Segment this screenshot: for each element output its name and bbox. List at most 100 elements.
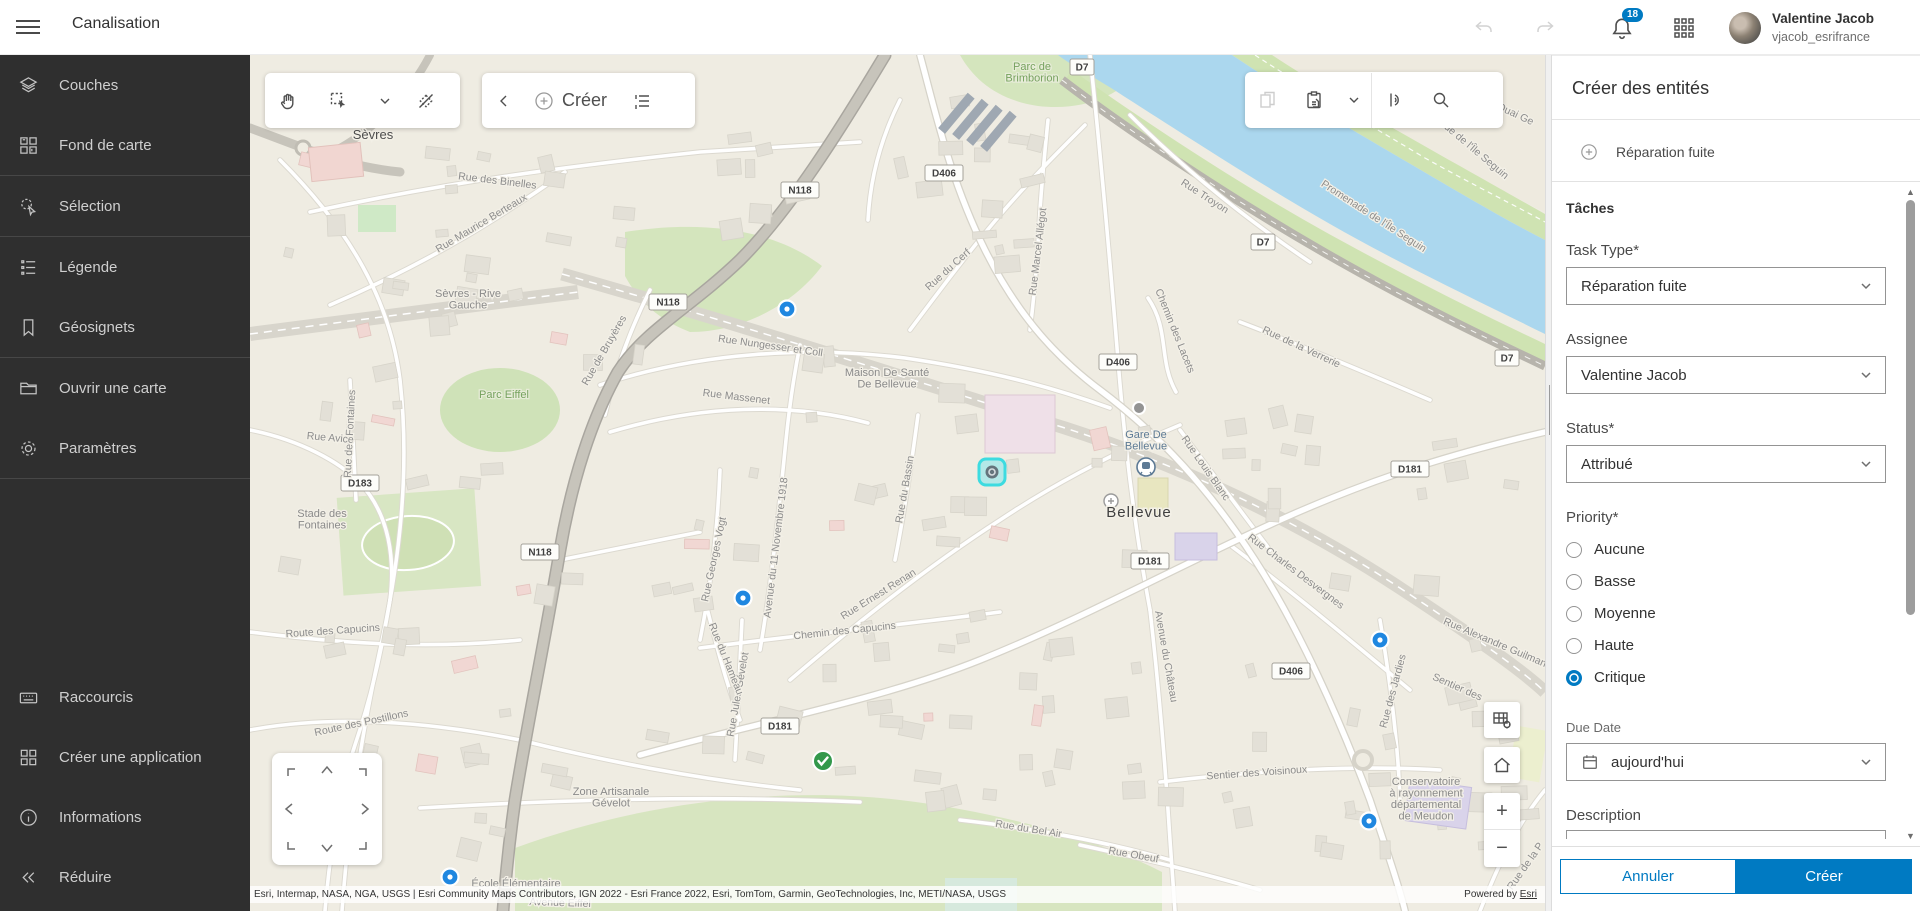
create-button-label: Créer: [562, 90, 608, 110]
priority-option-aucune[interactable]: Aucune: [1566, 541, 1886, 558]
sidebar-item-g-osignets[interactable]: Géosignets: [0, 297, 250, 357]
select-tool-dropdown-chevron[interactable]: [367, 73, 403, 128]
status-select[interactable]: Attribué: [1566, 445, 1886, 483]
map-label: Parc Eiffel: [479, 389, 529, 401]
scrollbar-thumb[interactable]: [1906, 200, 1915, 615]
task-type-value: Réparation fuite: [1581, 277, 1687, 295]
panel-scrollbar[interactable]: ▲ ▼: [1903, 182, 1918, 846]
feature-template-item[interactable]: Réparation fuite: [1552, 120, 1920, 184]
sidebar-item-label: Raccourcis: [59, 688, 134, 706]
panel-footer: Annuler Créer: [1552, 846, 1920, 912]
chevron-down-icon: [1861, 372, 1871, 379]
table-options-button[interactable]: [1484, 702, 1520, 738]
attribution-sources: Esri, Intermap, NASA, NGA, USGS | Esri C…: [254, 889, 1007, 900]
map-navigation-pad[interactable]: [272, 753, 382, 865]
hamburger-menu-icon[interactable]: [16, 16, 40, 38]
create-toolbar: Créer: [482, 73, 695, 128]
sidebar-item-label: Paramètres: [59, 439, 137, 457]
rotate-top-left-icon: [287, 768, 295, 776]
folder-open-icon: [20, 382, 37, 394]
map-canvas[interactable]: N118 N118 N118 D406 D406 D406 D181 D181 D181 D183…: [250, 55, 1545, 911]
esri-link[interactable]: Esri: [1520, 889, 1537, 900]
radio-unchecked-icon[interactable]: [1566, 637, 1582, 654]
chevron-down-icon: [1861, 461, 1871, 468]
user-avatar[interactable]: [1729, 12, 1761, 44]
feature-marker-blue: [733, 588, 753, 608]
status-label: Status*: [1566, 420, 1615, 437]
sidebar-item-fond-de-carte[interactable]: Fond de carte: [0, 115, 250, 175]
road-shield-D7: D7: [1494, 349, 1520, 367]
assignee-select[interactable]: Valentine Jacob: [1566, 356, 1886, 394]
sidebar-item-couches[interactable]: Couches: [0, 55, 250, 115]
pan-tool-button[interactable]: [265, 73, 311, 128]
priority-option-basse[interactable]: Basse: [1566, 573, 1886, 590]
zoom-in-button[interactable]: +: [1484, 793, 1520, 830]
snapping-icon[interactable]: [1372, 73, 1418, 128]
svg-text:D406: D406: [1279, 667, 1303, 678]
sidebar-item-label: Sélection: [59, 197, 121, 215]
create-button[interactable]: Créer: [1736, 859, 1912, 894]
user-name: Valentine Jacob: [1772, 11, 1875, 26]
road-shield-D181: D181: [760, 717, 800, 735]
description-label: Description: [1566, 807, 1642, 824]
redo-icon[interactable]: [1531, 14, 1559, 42]
sidebar-item-s-lection[interactable]: Sélection: [0, 176, 250, 236]
sidebar-item-label: Réduire: [59, 868, 112, 886]
cancel-button[interactable]: Annuler: [1560, 859, 1736, 894]
sidebar-item-r-duire[interactable]: Réduire: [0, 847, 250, 907]
layers-icon: [19, 76, 38, 92]
app-launcher-icon[interactable]: [1670, 14, 1698, 42]
map-attribution: Esri, Intermap, NASA, NGA, USGS | Esri C…: [250, 886, 1545, 903]
create-feature-button[interactable]: Créer: [526, 90, 617, 111]
back-chevron-button[interactable]: [482, 73, 526, 128]
task-type-select[interactable]: Réparation fuite: [1566, 267, 1886, 305]
zoom-out-button[interactable]: −: [1484, 830, 1520, 867]
chevron-down-icon: [1861, 283, 1871, 290]
panel-resize-gutter[interactable]: [1545, 55, 1552, 911]
assignee-label: Assignee: [1566, 331, 1628, 348]
priority-option-label: Critique: [1594, 669, 1646, 686]
sidebar-item-informations[interactable]: Informations: [0, 787, 250, 847]
sidebar-item-ouvrir-une-carte[interactable]: Ouvrir une carte: [0, 358, 250, 418]
svg-text:N118: N118: [788, 186, 812, 197]
due-date-picker[interactable]: aujourd'hui: [1566, 743, 1886, 781]
radio-unchecked-icon[interactable]: [1566, 573, 1582, 590]
user-handle: vjacob_esrifrance: [1772, 30, 1870, 44]
undo-icon[interactable]: [1470, 14, 1498, 42]
radio-unchecked-icon[interactable]: [1566, 605, 1582, 622]
priority-option-label: Aucune: [1594, 541, 1645, 558]
template-filter-icon[interactable]: [617, 73, 667, 128]
sidebar-item-cr-er-une-application[interactable]: Créer une application: [0, 727, 250, 787]
section-title: Tâches: [1566, 200, 1615, 216]
calendar-icon: [1583, 755, 1597, 769]
svg-text:D406: D406: [932, 169, 956, 180]
sidebar-item-param-tres[interactable]: Paramètres: [0, 418, 250, 478]
copy-icon[interactable]: [1245, 73, 1291, 128]
notifications-bell-icon[interactable]: 18: [1608, 8, 1644, 42]
sidebar-item-label: Créer une application: [59, 748, 202, 766]
clear-selection-button[interactable]: [403, 73, 449, 128]
feature-marker-completed: [812, 750, 834, 772]
radio-unchecked-icon[interactable]: [1566, 541, 1582, 558]
sidebar-item-raccourcis[interactable]: Raccourcis: [0, 667, 250, 727]
scroll-up-arrow[interactable]: ▲: [1906, 188, 1915, 197]
create-features-panel: Créer des entités Réparation fuite Tâche…: [1552, 55, 1920, 912]
search-icon[interactable]: [1418, 73, 1464, 128]
map-label: Stade des Fontaines: [297, 508, 347, 532]
svg-text:N118: N118: [656, 298, 680, 309]
paste-dropdown-chevron[interactable]: [1337, 73, 1371, 128]
scroll-down-arrow[interactable]: ▼: [1906, 832, 1915, 841]
sidebar-item-l-gende[interactable]: Légende: [0, 237, 250, 297]
priority-option-moyenne[interactable]: Moyenne: [1566, 605, 1886, 622]
priority-option-critique[interactable]: Critique: [1566, 669, 1886, 686]
pan-up-icon: [321, 765, 333, 774]
resize-handle[interactable]: [1549, 385, 1550, 435]
description-input[interactable]: [1566, 830, 1886, 839]
priority-option-haute[interactable]: Haute: [1566, 637, 1886, 654]
home-button[interactable]: [1484, 747, 1520, 783]
basemap-icon: [20, 136, 37, 154]
paste-icon[interactable]: [1291, 73, 1337, 128]
svg-text:D7: D7: [1257, 238, 1270, 249]
select-tool-button[interactable]: [311, 73, 367, 128]
radio-checked-icon[interactable]: [1566, 669, 1582, 686]
